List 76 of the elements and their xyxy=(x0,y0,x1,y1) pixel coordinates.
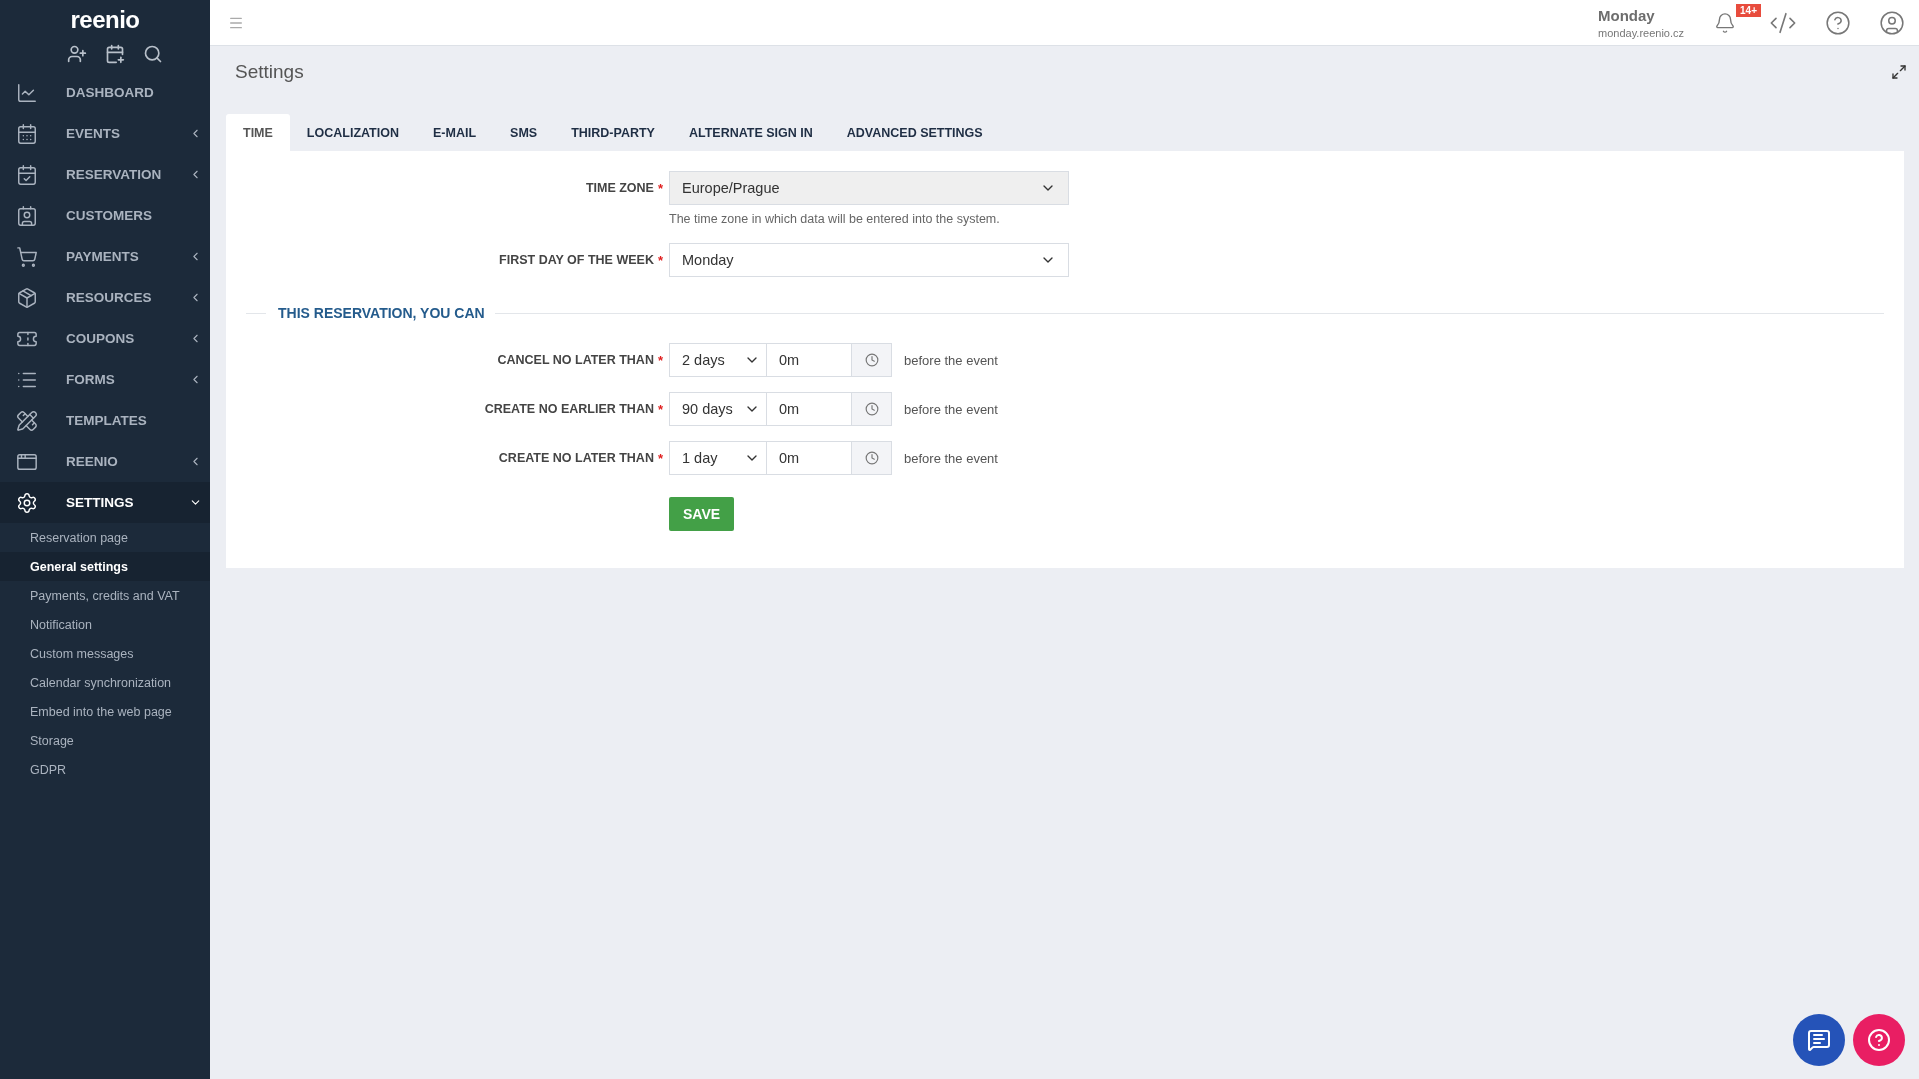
chat-button[interactable] xyxy=(1793,1014,1845,1066)
nav-item[interactable]: CUSTOMERS xyxy=(0,195,210,236)
dropdown[interactable]: Monday xyxy=(669,243,1069,277)
field-label: CREATE NO LATER THAN xyxy=(498,451,654,465)
field-label: FIRST DAY OF THE WEEK xyxy=(499,253,654,267)
time-field[interactable]: 0m xyxy=(767,343,852,377)
required-mark: * xyxy=(657,450,663,466)
user-icon[interactable] xyxy=(1879,9,1905,36)
submenu-item[interactable]: GDPR xyxy=(0,755,210,784)
nav-icon xyxy=(16,409,38,432)
submenu-item[interactable]: Calendar synchronization xyxy=(0,668,210,697)
required-mark: * xyxy=(657,401,663,417)
field-hint: The time zone in which data will be entered into the system. xyxy=(669,212,1001,226)
required-mark: * xyxy=(657,252,663,268)
nav-icon xyxy=(16,81,38,104)
page-title: Settings xyxy=(235,60,305,83)
nav-icon xyxy=(16,286,38,309)
required-mark: * xyxy=(657,180,663,196)
time-field[interactable]: 0m xyxy=(767,392,852,426)
submenu-item[interactable]: Reservation page xyxy=(0,523,210,552)
submenu-item[interactable]: Storage xyxy=(0,726,210,755)
nav-item[interactable]: TEMPLATES xyxy=(0,400,210,441)
tab[interactable]: THIRD-PARTY xyxy=(554,114,672,151)
nav-item[interactable]: FORMS xyxy=(0,359,210,400)
field-suffix: before the event xyxy=(904,450,998,466)
account-name: Monday xyxy=(1598,6,1656,24)
days-dropdown[interactable]: 2 days xyxy=(669,343,767,377)
clock-icon[interactable] xyxy=(852,343,892,377)
nav-item[interactable]: PAYMENTS xyxy=(0,236,210,277)
help-icon xyxy=(1867,1028,1891,1052)
add-user-icon[interactable] xyxy=(67,44,87,64)
expand-icon[interactable] xyxy=(1891,63,1907,80)
calendar-plus-icon[interactable] xyxy=(105,44,125,64)
nav-icon xyxy=(16,163,38,186)
nav-item[interactable]: EVENTS xyxy=(0,113,210,154)
notification-badge: 14+ xyxy=(1736,4,1761,17)
submenu-item[interactable]: Embed into the web page xyxy=(0,697,210,726)
tab[interactable]: ADVANCED SETTINGS xyxy=(829,114,1000,151)
chat-icon xyxy=(1807,1028,1831,1052)
clock-icon[interactable] xyxy=(852,441,892,475)
section-title: THIS RESERVATION, YOU CAN xyxy=(278,305,485,321)
tab[interactable]: SMS xyxy=(493,114,555,151)
days-dropdown[interactable]: 1 day xyxy=(669,441,767,475)
bell-icon[interactable] xyxy=(1714,11,1737,34)
tab[interactable]: TIME xyxy=(226,114,290,151)
clock-icon[interactable] xyxy=(852,392,892,426)
nav-icon xyxy=(16,491,38,514)
nav-item[interactable]: RESOURCES xyxy=(0,277,210,318)
logo: reenio xyxy=(69,5,141,35)
submenu-item[interactable]: General settings xyxy=(0,552,210,581)
time-field[interactable]: 0m xyxy=(767,441,852,475)
submenu-item[interactable]: Payments, credits and VAT xyxy=(0,581,210,610)
help-button[interactable] xyxy=(1853,1014,1905,1066)
required-mark: * xyxy=(657,352,663,368)
nav-icon xyxy=(16,245,38,268)
nav-item[interactable]: REENIO xyxy=(0,441,210,482)
tab[interactable]: ALTERNATE SIGN IN xyxy=(671,114,830,151)
field-suffix: before the event xyxy=(904,401,998,417)
nav-icon xyxy=(16,204,38,227)
nav-item[interactable]: DASHBOARD xyxy=(0,72,210,113)
account-domain: monday.reenio.cz xyxy=(1598,26,1685,39)
days-dropdown[interactable]: 90 days xyxy=(669,392,767,426)
help-icon[interactable] xyxy=(1825,9,1851,36)
field-label: CANCEL NO LATER THAN xyxy=(497,353,654,367)
submenu-item[interactable]: Custom messages xyxy=(0,639,210,668)
field-label: TIME ZONE xyxy=(585,181,654,195)
field-suffix: before the event xyxy=(904,352,998,368)
tab[interactable]: LOCALIZATION xyxy=(289,114,416,151)
tab[interactable]: E-MAIL xyxy=(416,114,494,151)
field-label: CREATE NO EARLIER THAN xyxy=(484,402,654,416)
nav-icon xyxy=(16,122,38,145)
search-icon[interactable] xyxy=(143,44,163,64)
nav-item[interactable]: COUPONS xyxy=(0,318,210,359)
nav-item[interactable]: SETTINGS xyxy=(0,482,210,523)
submenu-item[interactable]: Notification xyxy=(0,610,210,639)
nav-item[interactable]: RESERVATION xyxy=(0,154,210,195)
